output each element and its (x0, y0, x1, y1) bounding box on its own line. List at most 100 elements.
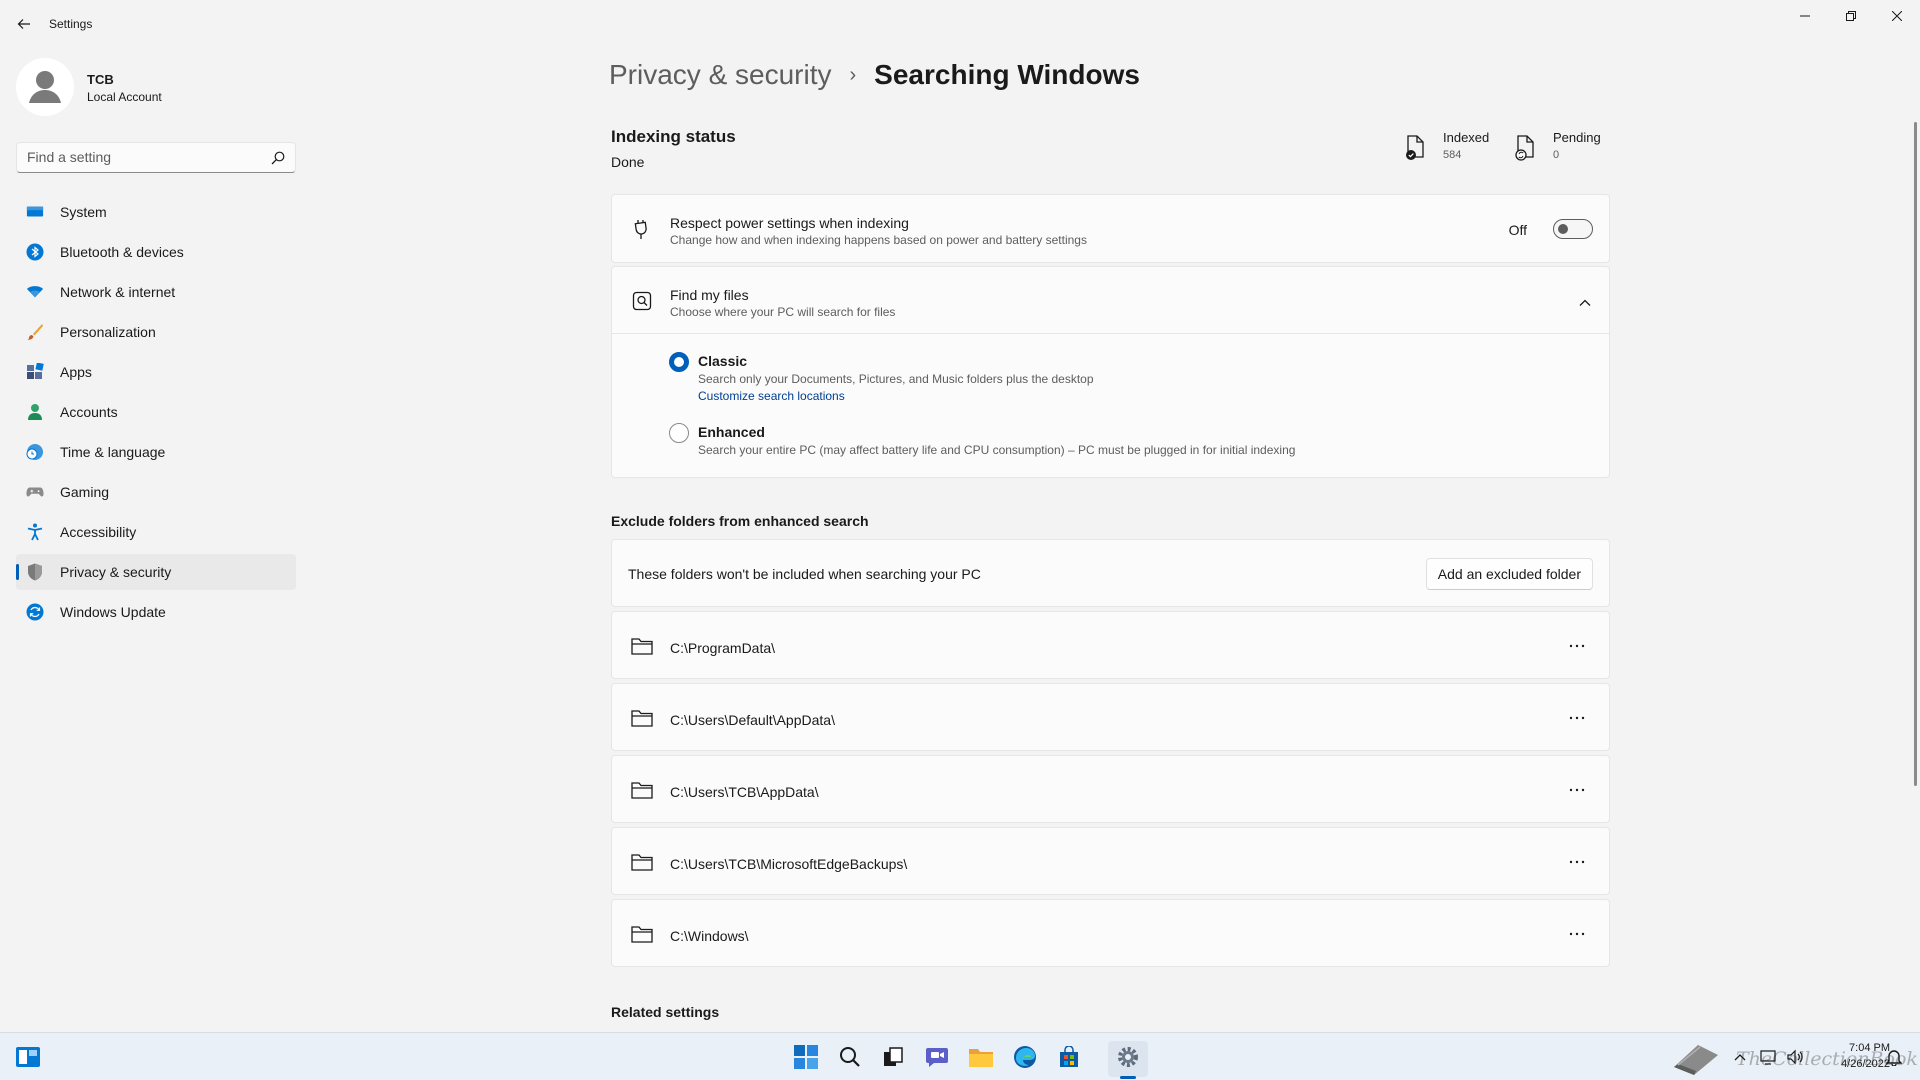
notifications-button[interactable] (1884, 1043, 1904, 1071)
enhanced-radio[interactable] (669, 423, 689, 443)
power-settings-toggle[interactable] (1553, 219, 1593, 239)
excluded-folder-row: C:\Users\TCB\MicrosoftEdgeBackups\ (611, 827, 1610, 895)
close-button[interactable] (1874, 0, 1920, 32)
find-my-files-header[interactable]: Find my files Choose where your PC will … (612, 267, 1609, 333)
store-icon (1060, 1046, 1078, 1067)
more-options-button[interactable] (1561, 920, 1593, 948)
network-tray-button[interactable] (1758, 1043, 1780, 1071)
clock-time[interactable]: 7:04 PM (1834, 1042, 1890, 1054)
show-hidden-icons-button[interactable] (1731, 1043, 1749, 1071)
sidebar-item-label: Accessibility (60, 524, 137, 540)
exclude-info-text: These folders won't be included when sea… (628, 566, 981, 582)
excluded-folder-row: C:\Users\TCB\AppData\ (611, 755, 1610, 823)
classic-radio[interactable] (669, 352, 689, 372)
volume-icon (1787, 1049, 1803, 1065)
indexed-label: Indexed (1443, 130, 1490, 145)
profile-name: TCB (87, 72, 114, 87)
sidebar-item-time-language[interactable]: Time & language (16, 434, 296, 470)
more-options-button[interactable] (1561, 704, 1593, 732)
sidebar-item-accounts[interactable]: Accounts (16, 394, 296, 430)
folder-icon (630, 634, 654, 658)
folder-icon (630, 778, 654, 802)
sidebar-item-personalization[interactable]: Personalization (16, 314, 296, 350)
breadcrumb-parent-link[interactable]: Privacy & security (609, 59, 832, 91)
taskbar-search-button[interactable] (836, 1043, 864, 1071)
notification-bell-icon (1886, 1050, 1902, 1066)
active-app-indicator (1120, 1076, 1136, 1079)
update-icon (26, 603, 44, 621)
store-button[interactable] (1055, 1043, 1083, 1071)
shield-icon (26, 563, 44, 581)
sidebar-item-label: Personalization (60, 324, 156, 340)
more-options-button[interactable] (1561, 632, 1593, 660)
accessibility-icon (26, 523, 44, 541)
profile-account-type: Local Account (87, 90, 162, 104)
add-excluded-folder-button[interactable]: Add an excluded folder (1425, 558, 1593, 590)
person-avatar-icon (16, 58, 74, 116)
toggle-knob (1558, 224, 1568, 234)
sidebar-item-accessibility[interactable]: Accessibility (16, 514, 296, 550)
brush-icon (26, 323, 44, 341)
settings-taskbar-button[interactable] (1114, 1043, 1142, 1071)
divider (612, 333, 1609, 334)
back-button[interactable] (12, 12, 36, 36)
app-title: Settings (49, 17, 93, 31)
start-button[interactable] (792, 1043, 820, 1071)
sidebar-item-bluetooth[interactable]: Bluetooth & devices (16, 234, 296, 270)
task-view-button[interactable] (879, 1043, 907, 1071)
minimize-button[interactable] (1782, 0, 1828, 32)
folder-icon (630, 850, 654, 874)
power-plug-icon (630, 217, 654, 241)
file-explorer-button[interactable] (967, 1043, 995, 1071)
more-options-button[interactable] (1561, 776, 1593, 804)
clock-date[interactable]: 4/26/2022 (1820, 1058, 1890, 1070)
sidebar-item-privacy-security[interactable]: Privacy & security (16, 554, 296, 590)
pending-label: Pending (1553, 130, 1601, 145)
pending-value: 0 (1553, 149, 1560, 161)
exclude-info-card: These folders won't be included when sea… (611, 539, 1610, 607)
find-my-files-description: Choose where your PC will search for fil… (670, 305, 896, 319)
chevron-up-icon (1734, 1054, 1746, 1061)
chat-button[interactable] (923, 1043, 951, 1071)
find-my-files-card: Find my files Choose where your PC will … (611, 266, 1610, 478)
more-options-icon (1569, 644, 1585, 648)
enhanced-option-label[interactable]: Enhanced (698, 424, 765, 440)
exclude-folders-heading: Exclude folders from enhanced search (611, 513, 869, 529)
more-options-icon (1569, 860, 1585, 864)
sidebar-item-network[interactable]: Network & internet (16, 274, 296, 310)
power-settings-title: Respect power settings when indexing (670, 215, 909, 231)
breadcrumb: Privacy & security › Searching Windows (609, 54, 1140, 96)
sidebar-item-gaming[interactable]: Gaming (16, 474, 296, 510)
pending-count: Pending 0 (1513, 128, 1613, 168)
sidebar-item-label: Network & internet (60, 284, 176, 300)
user-profile[interactable]: TCB Local Account (16, 56, 306, 116)
folder-path: C:\ProgramData\ (670, 640, 776, 656)
sidebar-item-label: Windows Update (60, 604, 166, 620)
more-options-button[interactable] (1561, 848, 1593, 876)
toggle-state-label: Off (1508, 222, 1527, 238)
volume-tray-button[interactable] (1784, 1043, 1806, 1071)
sidebar-item-label: Privacy & security (60, 564, 172, 580)
sidebar-item-windows-update[interactable]: Windows Update (16, 594, 296, 630)
customize-search-locations-link[interactable]: Customize search locations (698, 389, 845, 403)
restore-button[interactable] (1828, 0, 1874, 32)
maximize-icon (1846, 11, 1856, 21)
folder-path: C:\Users\TCB\AppData\ (670, 784, 819, 800)
sidebar-item-apps[interactable]: Apps (16, 354, 296, 390)
classic-option-label[interactable]: Classic (698, 353, 747, 369)
minimize-icon (1800, 15, 1810, 17)
widgets-button[interactable] (14, 1043, 42, 1071)
sidebar-item-label: System (60, 204, 107, 220)
apps-icon (26, 363, 44, 381)
vertical-scrollbar[interactable] (1914, 122, 1917, 786)
search-input[interactable] (27, 149, 257, 165)
gamepad-icon (26, 483, 44, 501)
sidebar-item-system[interactable]: System (16, 194, 296, 230)
breadcrumb-separator: › (849, 63, 857, 86)
settings-search-box[interactable] (16, 142, 296, 173)
search-icon[interactable] (271, 151, 285, 165)
avatar (16, 58, 74, 116)
sidebar-item-label: Time & language (60, 444, 166, 460)
edge-button[interactable] (1011, 1043, 1039, 1071)
chevron-up-icon[interactable] (1577, 295, 1593, 311)
